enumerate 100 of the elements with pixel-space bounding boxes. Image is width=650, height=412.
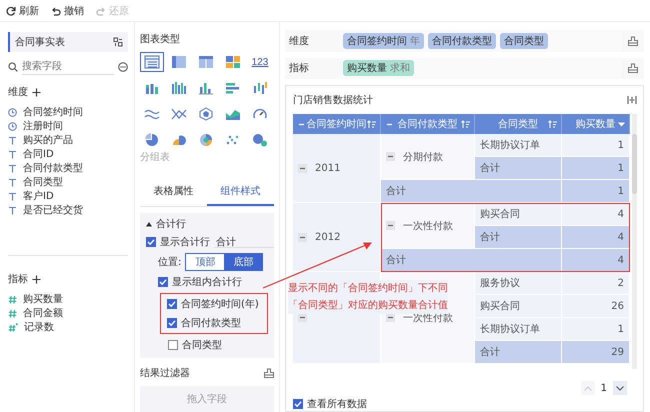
next-page-button[interactable]: [613, 381, 627, 395]
area-chart-icon: [225, 107, 241, 121]
add-icon[interactable]: [32, 274, 41, 284]
pie-chart-icon: [144, 133, 160, 147]
range-bar-icon: [252, 81, 268, 95]
table-cell: 29: [562, 341, 630, 364]
checkbox-label: 查看所有数据: [307, 398, 367, 411]
brush-icon[interactable]: [628, 36, 638, 46]
section-title: 图表类型: [140, 32, 181, 46]
table-cell: 长期协议订单: [475, 318, 562, 341]
toolbar-button[interactable]: 刷新: [6, 4, 39, 18]
field-item[interactable]: 注册时间: [8, 119, 128, 133]
checkbox[interactable]: [167, 299, 177, 309]
field-item[interactable]: 购买的产品: [8, 133, 128, 147]
section-title: 结果过滤器: [140, 366, 190, 380]
total-label-field[interactable]: 合计: [214, 236, 274, 248]
sort-icon[interactable]: [548, 120, 557, 128]
sort-icon[interactable]: [461, 120, 470, 128]
search-icon: [8, 62, 18, 72]
chevron-down-icon: [616, 386, 624, 390]
checkbox[interactable]: [167, 318, 177, 328]
field-item[interactable]: 合同ID: [8, 147, 128, 161]
checkbox[interactable]: [293, 399, 303, 409]
scrollbar[interactable]: [632, 114, 637, 369]
collapse-icon[interactable]: [298, 232, 307, 242]
table-cell: 4: [562, 249, 630, 272]
field-item[interactable]: 合同类型: [8, 175, 128, 189]
redo-icon: [96, 6, 106, 16]
table-icon: [198, 55, 214, 69]
page-number: 1: [600, 382, 607, 394]
horizontal-bar-icon: [225, 81, 241, 95]
bar-chart-icon: [144, 81, 160, 95]
search-field[interactable]: 搜索字段: [22, 58, 114, 75]
collapse-caret-icon[interactable]: [146, 221, 152, 227]
section-title: 维度: [8, 86, 28, 99]
checkbox[interactable]: [158, 277, 168, 287]
column-width-icon[interactable]: [627, 96, 637, 104]
clock-icon: [8, 122, 17, 130]
shelf-label: 维度: [288, 34, 310, 48]
hash-icon: [8, 322, 18, 332]
table-cell: 2012: [315, 232, 340, 242]
tab[interactable]: 表格属性: [140, 178, 207, 206]
bar-chart-icon: [171, 81, 187, 95]
table-icon: [171, 55, 187, 69]
field-item[interactable]: 合同签约时间: [8, 105, 128, 119]
table-cell: 1: [562, 318, 630, 341]
sort-icon[interactable]: [367, 120, 376, 128]
table-cell: 服务协议: [475, 272, 562, 295]
bar-chart-icon: [198, 81, 214, 95]
chevron-up-icon: [584, 386, 592, 390]
checkbox-label: 显示组内合计行: [172, 276, 242, 289]
text-type-icon: [8, 164, 17, 172]
table-cell: 1: [562, 180, 630, 203]
table-cell: 合计: [381, 249, 562, 272]
table-cell: 购买合同: [475, 295, 562, 318]
checkbox[interactable]: [168, 340, 178, 350]
segment-option[interactable]: 顶部: [186, 254, 224, 270]
section-title: 指标: [8, 272, 28, 286]
table-cell: 1: [562, 157, 630, 180]
field-item[interactable]: 合同金额: [8, 306, 128, 320]
table-cell: 2011: [315, 162, 340, 174]
tab[interactable]: 组件样式: [207, 178, 274, 206]
segment-option[interactable]: 底部: [224, 254, 262, 270]
hash-icon: [8, 308, 17, 318]
toolbar-button[interactable]: 撤销: [51, 4, 84, 18]
line-chart-icon: [144, 107, 160, 121]
collapse-icon[interactable]: [298, 164, 307, 172]
table-selector[interactable]: 合同事实表: [8, 32, 128, 52]
table-cell-text: 一次性付款: [403, 220, 453, 232]
field-item[interactable]: 合同付款类型: [8, 161, 128, 175]
table-cell: 4: [562, 226, 630, 249]
checkbox-label: 合同签约时间(年): [181, 298, 259, 311]
field-item[interactable]: 购买数量: [8, 292, 128, 306]
field-item[interactable]: 记录数: [8, 320, 128, 334]
table-cell: 合计: [475, 157, 562, 180]
field-tag[interactable]: 合同签约时间 年: [343, 32, 424, 49]
field-item[interactable]: 是否已经交货: [8, 203, 128, 217]
table-cell: 1: [562, 134, 630, 157]
brush-icon[interactable]: [264, 368, 274, 378]
checkbox[interactable]: [146, 237, 156, 247]
brush-icon[interactable]: [628, 63, 638, 74]
pie-chart-icon: [171, 133, 187, 147]
text-type-icon: [8, 192, 17, 200]
switch-icon[interactable]: [113, 37, 123, 47]
more-icon[interactable]: [118, 62, 128, 72]
add-icon[interactable]: [32, 88, 41, 96]
field-tag[interactable]: 合同类型: [500, 32, 548, 49]
undo-icon: [51, 6, 61, 16]
field-tag[interactable]: 合同付款类型: [428, 32, 496, 49]
chart-type-option[interactable]: [140, 52, 164, 72]
table-cell-text: 一次性付款: [403, 312, 453, 324]
collapse-icon[interactable]: [386, 221, 395, 230]
field-item[interactable]: 客户ID: [8, 189, 128, 203]
collapse-icon[interactable]: [386, 152, 395, 161]
line-chart-icon: [171, 107, 187, 121]
field-tag[interactable]: 购买数量 求和: [343, 60, 414, 76]
hash-icon: [8, 294, 17, 304]
table-cell: 合计: [475, 341, 562, 364]
caret-icon[interactable]: [618, 122, 625, 126]
chart-type-option[interactable]: 123: [248, 52, 272, 72]
